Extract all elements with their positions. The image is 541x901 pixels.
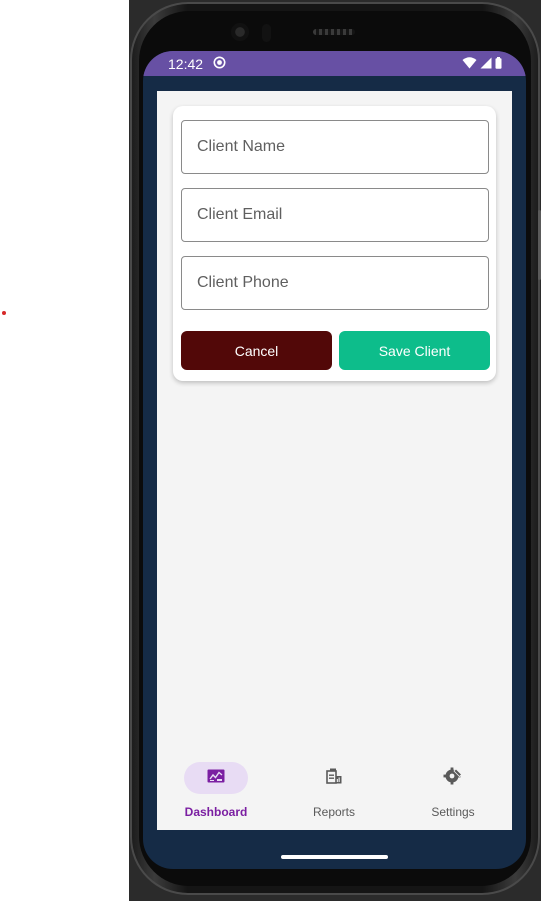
earpiece-speaker	[313, 29, 355, 35]
save-client-button[interactable]: Save Client	[339, 331, 490, 370]
bottom-navigation: Dashboard Reports Settings	[157, 750, 512, 830]
battery-icon	[495, 56, 502, 74]
nav-item-reports[interactable]: Reports	[275, 750, 393, 830]
emulator-stage: 12:42 Client Name Client Email Client Ph…	[0, 0, 541, 901]
proximity-sensor	[262, 24, 271, 42]
settings-icon	[443, 766, 463, 791]
nav-pill-reports[interactable]	[302, 762, 366, 794]
nav-pill-dashboard[interactable]	[184, 762, 248, 794]
nav-label-dashboard: Dashboard	[184, 805, 248, 819]
nav-item-settings[interactable]: Settings	[394, 750, 512, 830]
client-name-field[interactable]	[181, 120, 489, 174]
client-email-input[interactable]	[182, 189, 488, 241]
home-indicator[interactable]	[281, 855, 388, 859]
client-email-field[interactable]	[181, 188, 489, 242]
reports-icon	[325, 767, 343, 790]
client-form-card: Cancel Save Client	[173, 106, 496, 381]
dashboard-icon	[207, 769, 225, 788]
signal-icon	[480, 56, 492, 74]
notification-icon	[213, 56, 226, 69]
nav-label-reports: Reports	[312, 805, 356, 819]
client-name-input[interactable]	[182, 121, 488, 173]
stray-dot	[2, 311, 6, 315]
nav-label-settings: Settings	[431, 805, 475, 819]
client-phone-field[interactable]	[181, 256, 489, 310]
status-time: 12:42	[168, 56, 204, 72]
phone-screen: 12:42 Client Name Client Email Client Ph…	[143, 51, 526, 869]
client-phone-input[interactable]	[182, 257, 488, 309]
nav-pill-settings[interactable]	[421, 762, 485, 794]
wifi-icon	[462, 56, 477, 74]
front-camera	[231, 23, 249, 41]
nav-item-dashboard[interactable]: Dashboard	[157, 750, 275, 830]
app-content: Cancel Save Client	[157, 91, 512, 830]
cancel-button[interactable]: Cancel	[181, 331, 332, 370]
status-bar: 12:42	[143, 51, 526, 76]
status-icons	[462, 56, 502, 74]
